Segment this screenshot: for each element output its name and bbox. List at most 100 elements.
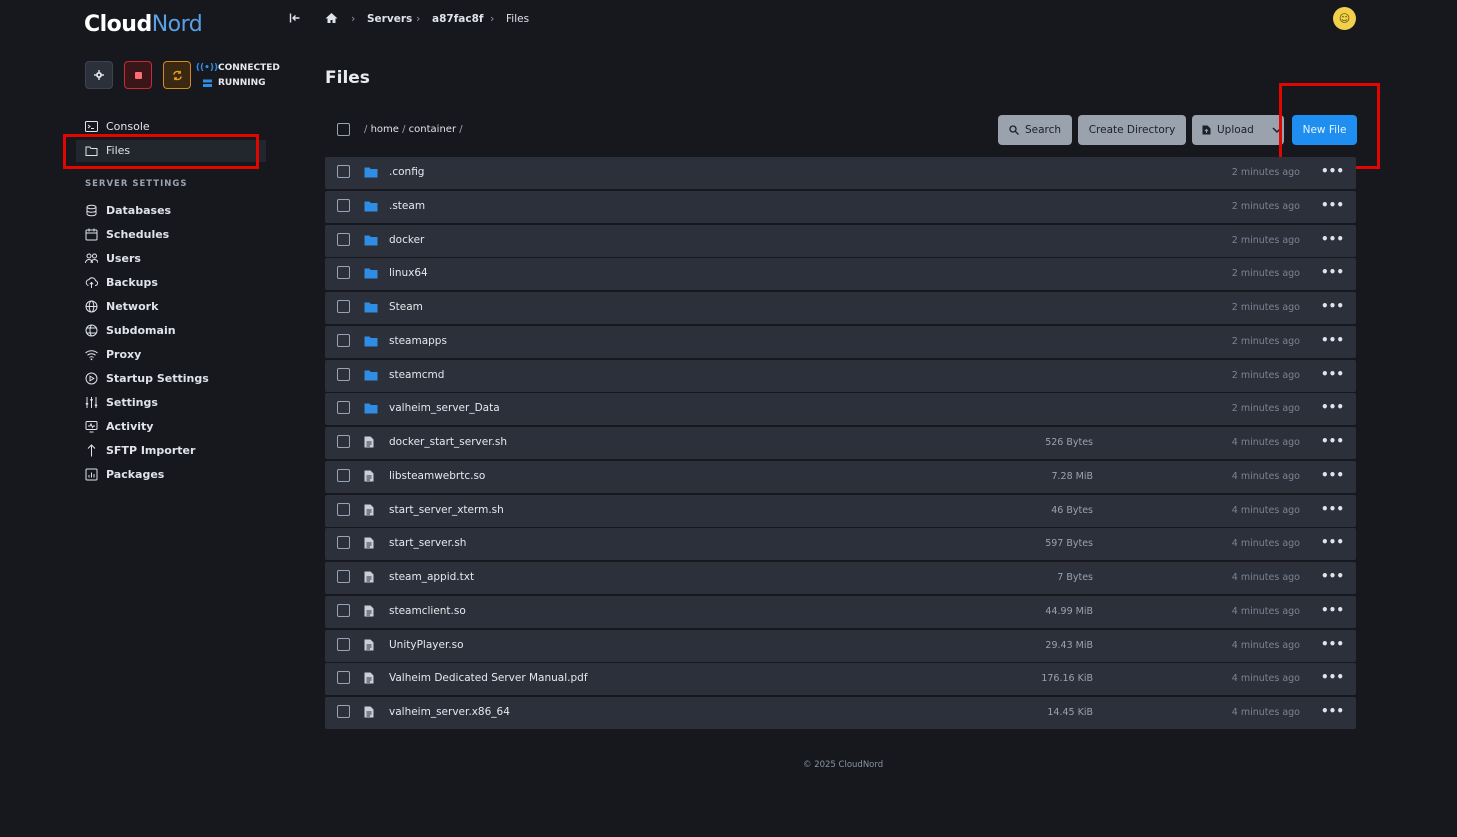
file-name[interactable]: start_server_xterm.sh <box>389 504 504 516</box>
sidebar-item-packages[interactable]: Packages <box>85 468 164 481</box>
file-name[interactable]: steamcmd <box>389 369 444 381</box>
file-row[interactable]: steamclient.so 44.99 MiB 4 minutes ago ••• <box>325 595 1356 628</box>
row-menu-icon[interactable]: ••• <box>1321 299 1344 313</box>
file-name[interactable]: .config <box>389 166 424 178</box>
row-checkbox[interactable] <box>337 570 350 583</box>
sidebar-item-proxy[interactable]: Proxy <box>85 348 141 361</box>
file-name[interactable]: .steam <box>389 200 425 212</box>
sidebar-item-subdomain[interactable]: Subdomain <box>85 324 176 337</box>
sidebar-item-users[interactable]: Users <box>85 252 141 265</box>
row-checkbox[interactable] <box>337 232 350 246</box>
path-segment-container[interactable]: container <box>409 124 456 135</box>
breadcrumb-servers[interactable]: Servers <box>367 13 412 25</box>
row-menu-icon[interactable]: ••• <box>1321 670 1344 684</box>
breadcrumb-home[interactable] <box>325 12 338 27</box>
file-row[interactable]: .config 2 minutes ago ••• <box>325 157 1356 189</box>
row-checkbox[interactable] <box>337 333 350 347</box>
row-checkbox[interactable] <box>337 705 350 718</box>
row-checkbox[interactable] <box>337 266 350 280</box>
file-row[interactable]: valheim_server.x86_64 14.45 KiB 4 minutes … <box>325 697 1356 729</box>
file-row[interactable]: steamcmd 2 minutes ago ••• <box>325 359 1356 392</box>
row-checkbox[interactable] <box>337 435 350 448</box>
sidebar-item-schedules[interactable]: Schedules <box>85 228 169 241</box>
file-name[interactable]: valheim_server.x86_64 <box>389 706 510 718</box>
file-row[interactable]: Steam 2 minutes ago ••• <box>325 292 1356 324</box>
row-checkbox[interactable] <box>337 502 350 516</box>
upload-button[interactable]: Upload <box>1192 115 1284 145</box>
file-name[interactable]: docker <box>389 234 424 246</box>
row-menu-icon[interactable]: ••• <box>1321 164 1344 178</box>
row-menu-icon[interactable]: ••• <box>1321 400 1344 414</box>
row-menu-icon[interactable]: ••• <box>1321 333 1344 347</box>
search-button-label: Search <box>1024 124 1062 136</box>
file-row[interactable]: steam_appid.txt 7 Bytes 4 minutes ago ••• <box>325 562 1356 594</box>
row-checkbox[interactable] <box>337 165 350 178</box>
file-name[interactable]: Steam <box>389 301 423 313</box>
file-name[interactable]: start_server.sh <box>389 537 466 549</box>
breadcrumb-server-id[interactable]: a87fac8f <box>432 13 483 25</box>
file-name[interactable]: UnityPlayer.so <box>389 639 464 651</box>
sidebar-item-network[interactable]: Network <box>85 300 158 313</box>
cloudnord-logo[interactable]: CloudNord <box>84 12 203 37</box>
path-segment-home[interactable]: home <box>371 124 399 135</box>
search-button[interactable]: Search <box>998 115 1072 145</box>
path-root[interactable]: / <box>364 124 367 135</box>
row-menu-icon[interactable]: ••• <box>1321 569 1344 583</box>
file-row[interactable]: libsteamwebrtc.so 7.28 MiB 4 minutes ago ••… <box>325 460 1356 493</box>
file-row[interactable]: start_server.sh 597 Bytes 4 minutes ago ••• <box>325 528 1356 561</box>
row-checkbox[interactable] <box>337 637 350 651</box>
folder-icon <box>364 234 378 249</box>
file-row[interactable]: Valheim Dedicated Server Manual.pdf 176.1… <box>325 663 1356 696</box>
sidebar-item-databases[interactable]: Databases <box>85 204 171 217</box>
stop-server-button[interactable] <box>124 61 152 89</box>
file-name[interactable]: valheim_server_Data <box>389 402 500 414</box>
row-checkbox[interactable] <box>337 198 350 212</box>
file-name[interactable]: linux64 <box>389 267 428 279</box>
row-menu-icon[interactable]: ••• <box>1321 502 1344 516</box>
restart-server-button[interactable] <box>163 61 191 89</box>
file-row[interactable]: steamapps 2 minutes ago ••• <box>325 325 1356 358</box>
sidebar-item-activity[interactable]: Activity <box>85 420 153 433</box>
avatar[interactable]: ☺ <box>1333 7 1356 30</box>
sidebar-item-sftp-importer[interactable]: SFTP Importer <box>85 444 195 457</box>
database-icon <box>86 204 97 217</box>
file-name[interactable]: Valheim Dedicated Server Manual.pdf <box>389 672 588 684</box>
file-row[interactable]: .steam 2 minutes ago ••• <box>325 190 1356 223</box>
file-name[interactable]: docker_start_server.sh <box>389 436 507 448</box>
create-directory-button[interactable]: Create Directory <box>1078 115 1186 145</box>
file-name[interactable]: libsteamwebrtc.so <box>389 470 485 482</box>
row-menu-icon[interactable]: ••• <box>1321 535 1344 549</box>
row-checkbox[interactable] <box>337 603 350 617</box>
row-menu-icon[interactable]: ••• <box>1321 637 1344 651</box>
row-menu-icon[interactable]: ••• <box>1321 603 1344 617</box>
file-name[interactable]: steam_appid.txt <box>389 571 474 583</box>
row-checkbox[interactable] <box>337 300 350 313</box>
sidebar-item-startup-settings[interactable]: Startup Settings <box>85 372 209 385</box>
file-name[interactable]: steamclient.so <box>389 605 466 617</box>
file-row[interactable]: UnityPlayer.so 29.43 MiB 4 minutes ago ••• <box>325 629 1356 662</box>
row-menu-icon[interactable]: ••• <box>1321 198 1344 212</box>
file-row[interactable]: linux64 2 minutes ago ••• <box>325 258 1356 291</box>
sidebar-item-console[interactable]: Console <box>85 120 150 133</box>
select-all-checkbox[interactable] <box>337 123 350 136</box>
row-menu-icon[interactable]: ••• <box>1321 367 1344 381</box>
row-menu-icon[interactable]: ••• <box>1321 704 1344 718</box>
row-checkbox[interactable] <box>337 367 350 381</box>
sidebar-item-backups[interactable]: Backups <box>85 276 158 289</box>
file-row[interactable]: valheim_server_Data 2 minutes ago ••• <box>325 393 1356 426</box>
row-checkbox[interactable] <box>337 671 350 685</box>
row-checkbox[interactable] <box>337 536 350 550</box>
file-row[interactable]: docker 2 minutes ago ••• <box>325 224 1356 257</box>
row-checkbox[interactable] <box>337 468 350 482</box>
row-checkbox[interactable] <box>337 401 350 415</box>
row-menu-icon[interactable]: ••• <box>1321 468 1344 482</box>
sidebar-item-settings[interactable]: Settings <box>85 396 158 409</box>
row-menu-icon[interactable]: ••• <box>1321 434 1344 448</box>
file-row[interactable]: docker_start_server.sh 526 Bytes 4 minutes… <box>325 427 1356 459</box>
row-menu-icon[interactable]: ••• <box>1321 265 1344 279</box>
collapse-sidebar-button[interactable] <box>289 12 301 27</box>
file-name[interactable]: steamapps <box>389 335 447 347</box>
server-settings-button[interactable] <box>85 61 113 89</box>
row-menu-icon[interactable]: ••• <box>1321 232 1344 246</box>
file-row[interactable]: start_server_xterm.sh 46 Bytes 4 minutes a… <box>325 494 1356 527</box>
